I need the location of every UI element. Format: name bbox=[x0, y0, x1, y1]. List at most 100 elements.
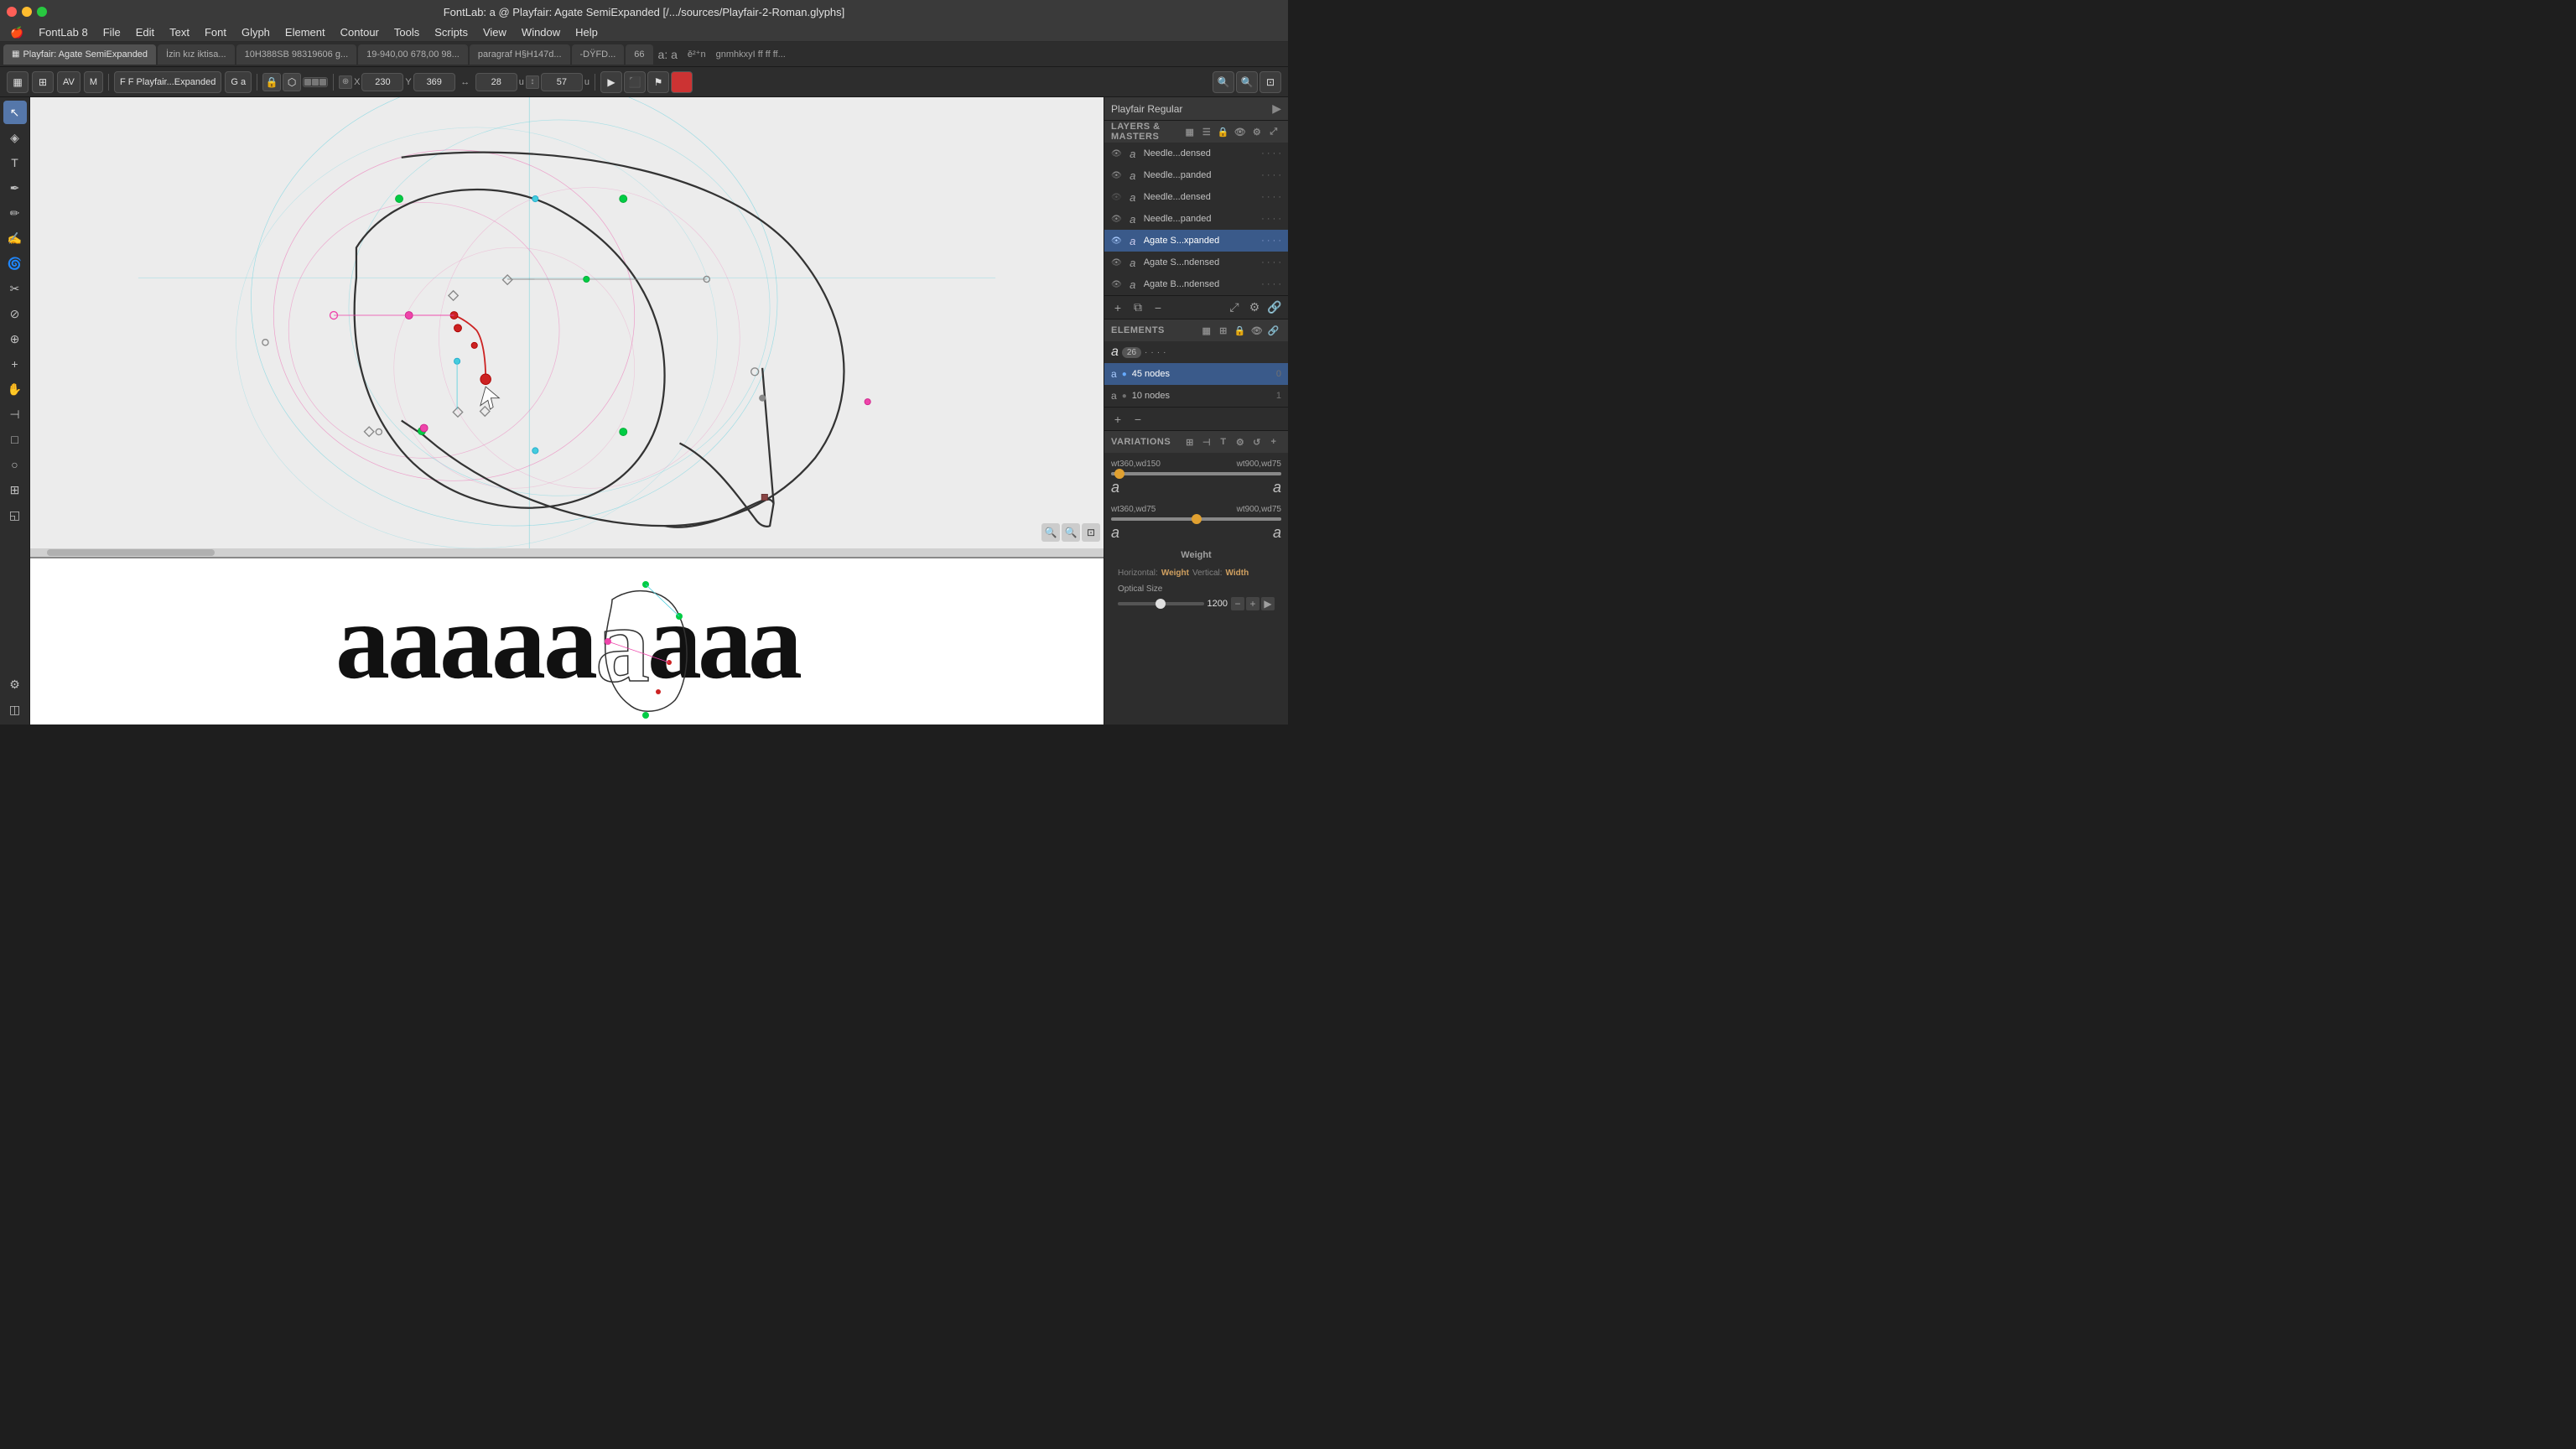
fit-canvas[interactable]: ⊡ bbox=[1259, 71, 1281, 93]
var-reset-icon[interactable]: ↺ bbox=[1249, 434, 1265, 449]
prev-glyph-btn[interactable]: ▶ bbox=[600, 71, 622, 93]
duplicate-layer-btn[interactable]: ⧉ bbox=[1130, 299, 1146, 316]
font-select-btn[interactable]: F F Playfair...Expanded bbox=[114, 71, 221, 93]
tab-10h[interactable]: 10H388SB 98319606 g... bbox=[236, 44, 357, 65]
canvas-scrollbar[interactable] bbox=[30, 548, 1104, 557]
font-item-5[interactable]: 👁 a Agate S...ndensed · · · · bbox=[1104, 252, 1288, 273]
zoom-in-canvas[interactable]: 🔍 bbox=[1236, 71, 1258, 93]
width-slider[interactable] bbox=[1111, 472, 1281, 475]
optical-size-thumb[interactable] bbox=[1156, 599, 1166, 609]
var-grid-icon[interactable]: ⊞ bbox=[1182, 434, 1197, 449]
layers-grid-icon[interactable]: ▦ bbox=[1182, 124, 1197, 139]
remove-layer-btn[interactable]: − bbox=[1150, 299, 1166, 316]
tab-66[interactable]: 66 bbox=[626, 44, 652, 65]
glyph-canvas[interactable] bbox=[30, 97, 1104, 548]
font-eye-6[interactable]: 👁 bbox=[1111, 280, 1122, 289]
minimize-button[interactable] bbox=[22, 7, 32, 17]
var-gear-icon[interactable]: ⚙ bbox=[1233, 434, 1248, 449]
var-list-icon[interactable]: ⊣ bbox=[1199, 434, 1214, 449]
layers-gear-icon[interactable]: ⚙ bbox=[1249, 124, 1265, 139]
next-glyph-btn[interactable]: ⬛ bbox=[624, 71, 646, 93]
optical-size-track[interactable] bbox=[1118, 602, 1204, 605]
view-mode-btn[interactable]: ▦ bbox=[7, 71, 29, 93]
font-item-1[interactable]: 👁 a Needle...panded · · · · bbox=[1104, 164, 1288, 186]
node-select-tool[interactable]: ◈ bbox=[3, 126, 27, 149]
font-eye-5[interactable]: 👁 bbox=[1111, 258, 1122, 267]
fit-view-btn[interactable]: ⊡ bbox=[1082, 523, 1100, 542]
elem-link-icon[interactable]: 🔗 bbox=[1266, 323, 1281, 338]
menu-fontlab[interactable]: FontLab 8 bbox=[32, 24, 95, 40]
font-item-2[interactable]: 👁 a Needle...densed · · · · bbox=[1104, 186, 1288, 208]
corner-tool[interactable]: ◱ bbox=[3, 503, 27, 527]
var-add-icon[interactable]: + bbox=[1266, 434, 1281, 449]
menu-text[interactable]: Text bbox=[163, 24, 196, 40]
font-eye-1[interactable]: 👁 bbox=[1111, 171, 1122, 180]
element-item-0[interactable]: a ● 45 nodes 0 bbox=[1104, 363, 1288, 385]
layers-lock-icon[interactable]: 🔒 bbox=[1216, 124, 1231, 139]
anchor-tool[interactable]: ⊕ bbox=[3, 327, 27, 351]
measure-tool[interactable]: ⊣ bbox=[3, 402, 27, 426]
playfair-action-btn[interactable]: ▶ bbox=[1272, 101, 1281, 116]
nudge-btn[interactable]: AV bbox=[57, 71, 80, 93]
tab-paragraf[interactable]: paragraf H§H147d... bbox=[470, 44, 570, 65]
layers-expand-icon[interactable]: ⤢ bbox=[1266, 124, 1281, 139]
optical-size-plus-btn[interactable]: + bbox=[1246, 597, 1259, 610]
tab-19[interactable]: 19-940,00 678,00 98... bbox=[358, 44, 468, 65]
zoom-out-btn[interactable]: 🔍 bbox=[1041, 523, 1060, 542]
canvas-scrollbar-thumb[interactable] bbox=[47, 549, 215, 556]
transform-tool[interactable]: ⊞ bbox=[3, 478, 27, 501]
menu-tools[interactable]: Tools bbox=[387, 24, 426, 40]
optical-size-expand-btn[interactable]: ▶ bbox=[1261, 597, 1275, 610]
y-field[interactable] bbox=[413, 73, 455, 91]
pen-tool[interactable]: ✒ bbox=[3, 176, 27, 200]
text-tool[interactable]: T bbox=[3, 151, 27, 174]
remove-element-btn[interactable]: − bbox=[1130, 411, 1146, 428]
elem-eye-icon[interactable]: 👁 bbox=[1249, 323, 1265, 338]
transform-btn[interactable]: ⬡ bbox=[283, 73, 301, 91]
canvas-top[interactable]: 🔍 🔍 ⊡ bbox=[30, 97, 1104, 548]
font-item-3[interactable]: 👁 a Needle...panded · · · · bbox=[1104, 208, 1288, 230]
weight-slider[interactable] bbox=[1111, 517, 1281, 521]
hand-tool[interactable]: ✋ bbox=[3, 377, 27, 401]
elem-list-icon[interactable]: ⊞ bbox=[1216, 323, 1231, 338]
zoom-in-btn[interactable]: 🔍 bbox=[1062, 523, 1080, 542]
menu-glyph[interactable]: Glyph bbox=[235, 24, 277, 40]
grid-btn[interactable]: ⊞ bbox=[32, 71, 54, 93]
menu-window[interactable]: Window bbox=[515, 24, 567, 40]
canvas-area[interactable]: 🔍 🔍 ⊡ a a a a a bbox=[30, 97, 1104, 724]
layer-expand-btn[interactable]: ⤢ bbox=[1226, 299, 1243, 316]
zoom-in-tool[interactable]: + bbox=[3, 352, 27, 376]
layers-eye-icon[interactable]: 👁 bbox=[1233, 124, 1248, 139]
vertical-value[interactable]: Width bbox=[1226, 569, 1249, 578]
maximize-button[interactable] bbox=[37, 7, 47, 17]
elem-lock-icon[interactable]: 🔒 bbox=[1233, 323, 1248, 338]
font-item-4[interactable]: 👁 a Agate S...xpanded · · · · bbox=[1104, 230, 1288, 252]
settings-tool[interactable]: ⚙ bbox=[3, 673, 27, 696]
menu-contour[interactable]: Contour bbox=[334, 24, 386, 40]
lock-btn[interactable]: 🔒 bbox=[262, 73, 281, 91]
snap-icon[interactable]: ⊕ bbox=[339, 75, 352, 89]
shape-rect[interactable]: □ bbox=[3, 428, 27, 451]
mask-btn[interactable]: M bbox=[84, 71, 103, 93]
flag-btn[interactable]: ⚑ bbox=[647, 71, 669, 93]
x-field[interactable] bbox=[361, 73, 403, 91]
font-eye-2[interactable]: 👁 bbox=[1111, 193, 1122, 202]
h-field[interactable] bbox=[541, 73, 583, 91]
menu-view[interactable]: View bbox=[476, 24, 513, 40]
tab-izin[interactable]: İzin kız iktisa... bbox=[158, 44, 235, 65]
font-item-0[interactable]: 👁 a Needle...densed · · · · bbox=[1104, 143, 1288, 164]
color-btn[interactable] bbox=[671, 71, 693, 93]
layers-list-icon[interactable]: ☰ bbox=[1199, 124, 1214, 139]
zoom-out-canvas[interactable]: 🔍 bbox=[1213, 71, 1234, 93]
element-item-1[interactable]: a ● 10 nodes 1 bbox=[1104, 385, 1288, 407]
spiral-tool[interactable]: 🌀 bbox=[3, 252, 27, 275]
menu-element[interactable]: Element bbox=[278, 24, 332, 40]
width-slider-thumb[interactable] bbox=[1114, 469, 1124, 479]
font-eye-3[interactable]: 👁 bbox=[1111, 215, 1122, 224]
font-eye-4[interactable]: 👁 bbox=[1111, 236, 1122, 246]
menu-scripts[interactable]: Scripts bbox=[428, 24, 475, 40]
var-text-icon[interactable]: T bbox=[1216, 434, 1231, 449]
pencil-tool[interactable]: ✏ bbox=[3, 201, 27, 225]
layer-link-btn[interactable]: 🔗 bbox=[1266, 299, 1283, 316]
menu-font[interactable]: Font bbox=[198, 24, 233, 40]
